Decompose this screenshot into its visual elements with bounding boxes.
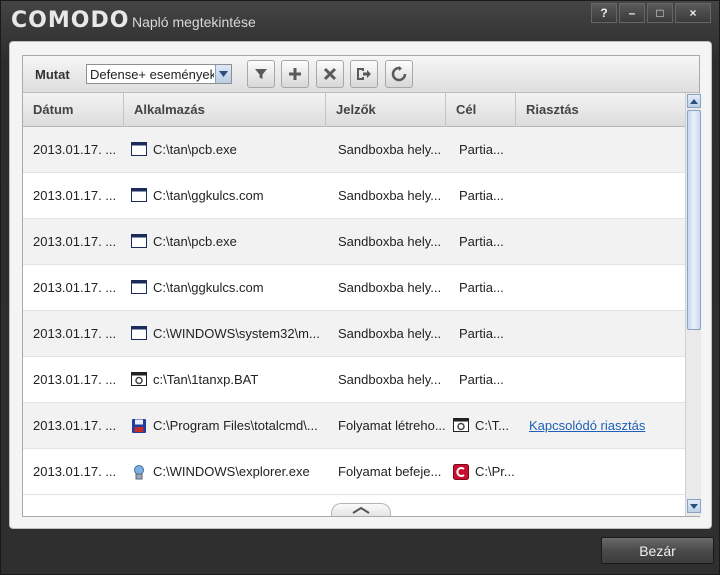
table-row[interactable]: 2013.01.17. ... C:\tan\pcb.exe Sandboxba h… <box>23 127 685 173</box>
floppy-icon <box>131 418 147 433</box>
date-cell: 2013.01.17. ... <box>33 326 117 341</box>
add-icon <box>289 68 301 80</box>
column-header-target[interactable]: Cél <box>446 93 516 127</box>
export-icon <box>357 68 371 80</box>
column-header-flags[interactable]: Jelzők <box>326 93 446 127</box>
scroll-thumb[interactable] <box>687 110 701 330</box>
flags-cell: Sandboxba hely... <box>338 142 442 157</box>
log-viewer-window: COMODO Napló megtekintése ? – □ × Mutat … <box>0 0 720 575</box>
column-header-alert[interactable]: Riasztás <box>516 93 685 127</box>
table-row[interactable]: 2013.01.17. ... C:\tan\pcb.exe Sandboxba h… <box>23 219 685 265</box>
column-header-application[interactable]: Alkalmazás <box>124 93 326 127</box>
arrow-down-icon <box>690 503 698 509</box>
target-cell: Partia... <box>459 372 504 387</box>
arrow-up-icon <box>690 98 698 104</box>
add-button[interactable] <box>281 60 309 88</box>
batch-icon <box>453 418 469 432</box>
date-cell: 2013.01.17. ... <box>33 372 117 387</box>
comodo-icon <box>453 464 469 480</box>
window-title: Napló megtekintése <box>132 14 256 30</box>
help-button[interactable]: ? <box>591 3 617 23</box>
application-cell: c:\Tan\1tanxp.BAT <box>153 372 259 387</box>
filter-label: Mutat <box>35 67 70 82</box>
chevron-down-icon[interactable] <box>215 65 231 83</box>
target-cell: Partia... <box>459 326 504 341</box>
batch-icon <box>131 372 147 386</box>
date-cell: 2013.01.17. ... <box>33 142 117 157</box>
delete-button[interactable] <box>316 60 344 88</box>
target-cell: C:\Pr... <box>475 464 515 479</box>
date-cell: 2013.01.17. ... <box>33 234 117 249</box>
application-cell: C:\WINDOWS\explorer.exe <box>153 464 310 479</box>
window-icon <box>131 234 147 248</box>
target-cell: C:\T... <box>475 418 509 433</box>
maximize-button[interactable]: □ <box>647 3 673 23</box>
delete-icon <box>323 67 337 81</box>
window-icon <box>131 142 147 156</box>
filter-button[interactable] <box>247 60 275 88</box>
column-header-date[interactable]: Dátum <box>23 93 124 127</box>
table-row[interactable]: 2013.01.17. ... C:\WINDOWS\system32\m... S… <box>23 311 685 357</box>
refresh-button[interactable] <box>385 60 413 88</box>
event-type-dropdown[interactable]: Defense+ események <box>86 64 232 84</box>
scroll-up-button[interactable] <box>687 94 701 108</box>
flags-cell: Folyamat befeje... <box>338 464 442 479</box>
collapse-panel-tab[interactable] <box>331 503 391 516</box>
close-button[interactable]: Bezár <box>601 537 714 564</box>
flags-cell: Sandboxba hely... <box>338 326 442 341</box>
close-window-button[interactable]: × <box>675 3 711 23</box>
flags-cell: Sandboxba hely... <box>338 188 442 203</box>
related-alert-link[interactable]: Kapcsolódó riasztás <box>529 403 679 449</box>
event-type-value: Defense+ események <box>90 67 214 82</box>
window-icon <box>131 188 147 202</box>
application-cell: C:\tan\pcb.exe <box>153 142 237 157</box>
application-cell: C:\tan\pcb.exe <box>153 234 237 249</box>
comodo-logo: COMODO <box>11 8 130 33</box>
table-row[interactable]: 2013.01.17. ... C:\Program Files\totalcmd… <box>23 403 685 449</box>
date-cell: 2013.01.17. ... <box>33 188 117 203</box>
table-row[interactable]: 2013.01.17. ... C:\tan\ggkulcs.com Sandbox… <box>23 265 685 311</box>
window-icon <box>131 280 147 294</box>
table-row[interactable]: 2013.01.17. ... c:\Tan\1tanxp.BAT Sandboxb… <box>23 357 685 403</box>
flags-cell: Sandboxba hely... <box>338 372 442 387</box>
log-container: Mutat Defense+ események Dátum Alkalmazá… <box>22 55 701 517</box>
date-cell: 2013.01.17. ... <box>33 280 117 295</box>
target-cell: Partia... <box>459 234 504 249</box>
title-bar[interactable]: COMODO Napló megtekintése ? – □ × <box>1 1 719 39</box>
filter-icon <box>255 69 267 79</box>
target-cell: Partia... <box>459 188 504 203</box>
window-icon <box>131 326 147 340</box>
minimize-button[interactable]: – <box>619 3 645 23</box>
chevron-up-icon <box>352 507 370 514</box>
application-cell: C:\tan\ggkulcs.com <box>153 188 264 203</box>
vertical-scrollbar[interactable] <box>685 93 701 516</box>
date-cell: 2013.01.17. ... <box>33 464 117 479</box>
table-row[interactable]: 2013.01.17. ... C:\tan\ggkulcs.com Sandbox… <box>23 173 685 219</box>
flags-cell: Sandboxba hely... <box>338 234 442 249</box>
target-cell: Partia... <box>459 142 504 157</box>
toolbar: Mutat Defense+ események <box>23 56 699 93</box>
target-cell: Partia... <box>459 280 504 295</box>
flags-cell: Sandboxba hely... <box>338 280 442 295</box>
application-cell: C:\tan\ggkulcs.com <box>153 280 264 295</box>
application-cell: C:\WINDOWS\system32\m... <box>153 326 320 341</box>
export-button[interactable] <box>350 60 378 88</box>
log-table: Dátum Alkalmazás Jelzők Cél Riasztás 201… <box>23 93 685 516</box>
date-cell: 2013.01.17. ... <box>33 418 117 433</box>
window-controls: ? – □ × <box>591 3 711 23</box>
table-header: Dátum Alkalmazás Jelzők Cél Riasztás <box>23 93 685 127</box>
explorer-icon <box>131 464 147 480</box>
flags-cell: Folyamat létreho... <box>338 418 446 433</box>
content-panel: Mutat Defense+ események Dátum Alkalmazá… <box>9 41 712 529</box>
scroll-down-button[interactable] <box>687 499 701 513</box>
refresh-icon <box>391 66 407 82</box>
table-row[interactable]: 2013.01.17. ... C:\WINDOWS\explorer.exe Fo… <box>23 449 685 495</box>
application-cell: C:\Program Files\totalcmd\... <box>153 418 318 433</box>
